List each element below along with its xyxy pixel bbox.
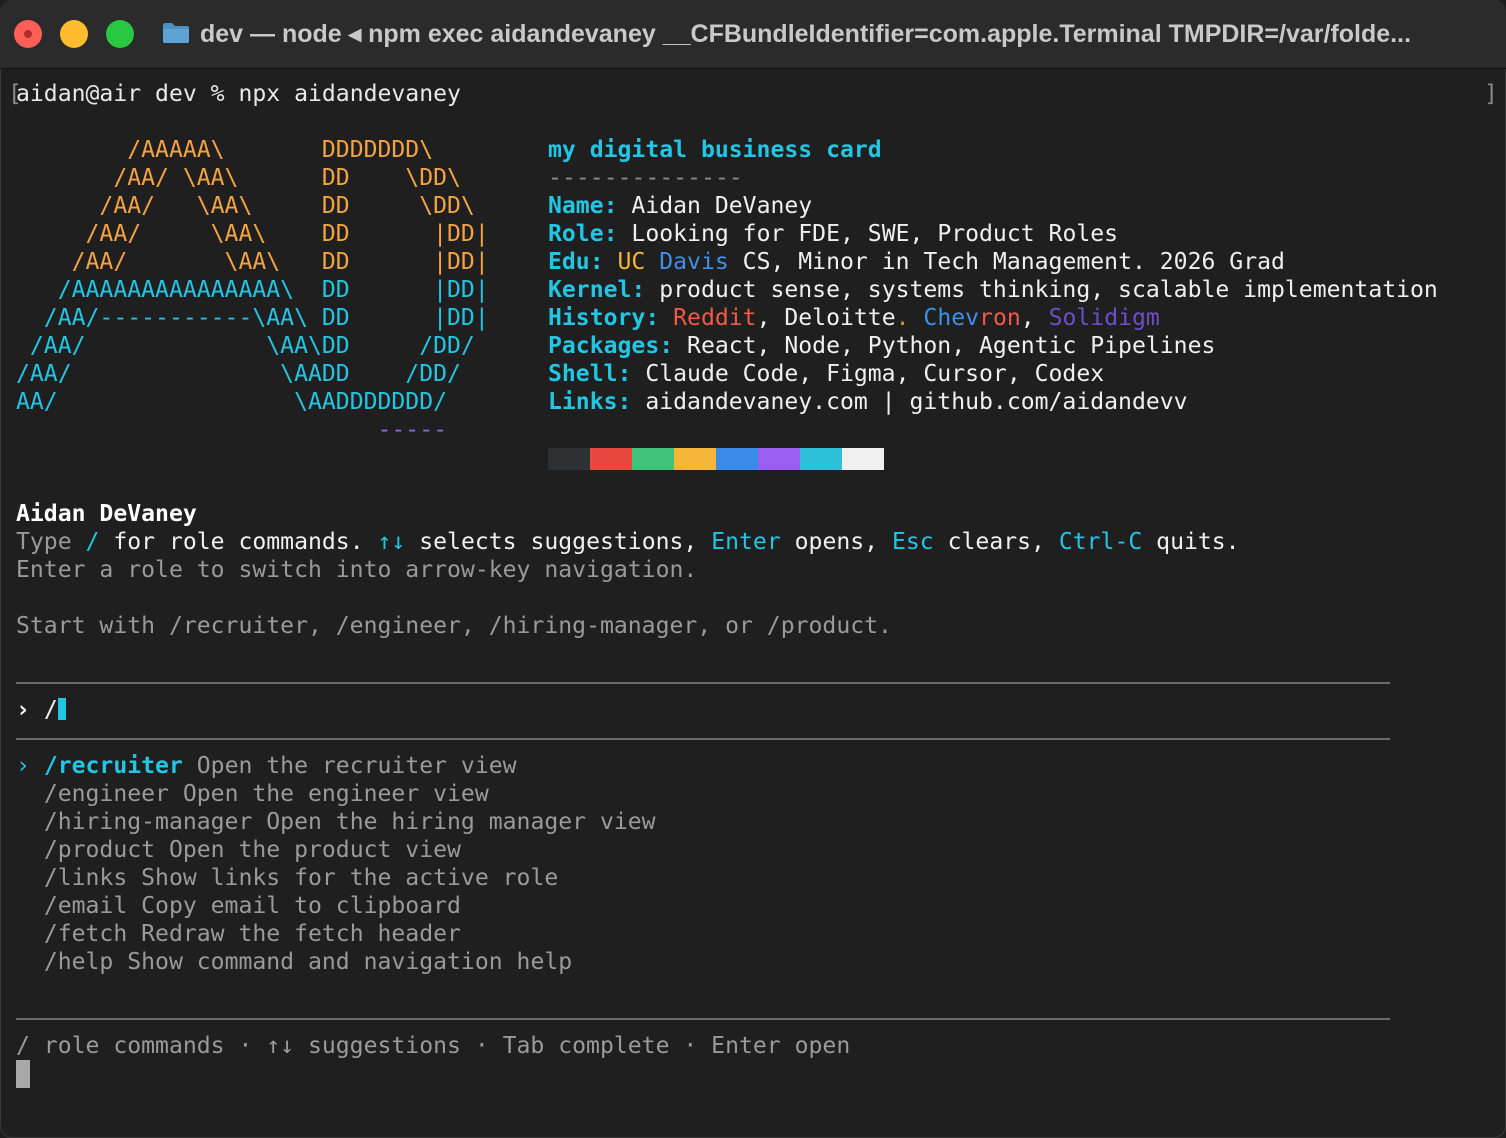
ascii-row: /AAAAA\ DDDDDDD\ xyxy=(16,137,434,163)
color-swatch xyxy=(800,448,814,470)
color-swatch xyxy=(786,448,800,470)
zoom-window-button[interactable] xyxy=(106,20,134,48)
card-links-row[interactable]: Links: aidandevaney.com | github.com/aid… xyxy=(548,388,1188,416)
line-bracket-right: ] xyxy=(1484,81,1498,107)
ascii-row: /AA/ \AA\ DD \DD\ xyxy=(16,193,475,219)
shell-command: npx aidandevaney xyxy=(238,81,461,107)
color-swatch xyxy=(548,448,562,470)
color-swatch xyxy=(842,448,856,470)
color-swatch xyxy=(660,448,674,470)
color-swatch xyxy=(702,448,716,470)
input-prompt-icon: › xyxy=(16,697,44,723)
color-swatch xyxy=(646,448,660,470)
intro-name: Aidan DeVaney xyxy=(16,501,197,527)
suggestion-recruiter[interactable]: › /recruiter Open the recruiter view xyxy=(16,752,517,780)
intro-hint: Enter a role to switch into arrow-key na… xyxy=(16,557,698,583)
color-swatch xyxy=(590,448,604,470)
ascii-row: /AA/-----------\AA\ DD |DD| xyxy=(16,305,489,331)
color-swatch xyxy=(772,448,786,470)
suggestion-product[interactable]: /product Open the product view xyxy=(16,836,461,864)
ascii-row: /AA/ \AA\ DD |DD| xyxy=(16,221,489,247)
color-swatch xyxy=(562,448,576,470)
terminal-cursor xyxy=(16,1060,30,1088)
command-line: aidan@air dev % npx aidandevaney xyxy=(16,80,461,108)
color-swatch xyxy=(618,448,632,470)
card-name-row: Name: Aidan DeVaney xyxy=(548,193,813,219)
suggestion-engineer[interactable]: /engineer Open the engineer view xyxy=(16,780,489,808)
intro-instructions: Type / for role commands. ↑↓ selects sug… xyxy=(16,529,1240,555)
color-swatch xyxy=(758,448,772,470)
card-shell-row: Shell: Claude Code, Figma, Cursor, Codex xyxy=(548,361,1105,387)
shell-prompt: aidan@air dev % xyxy=(16,81,239,107)
card-history-row: History: Reddit, Deloitte. Chevron, Soli… xyxy=(548,305,1160,331)
color-palette-swatches xyxy=(548,448,884,470)
ascii-row: AA/ \AADDDDDDD/ xyxy=(16,389,448,415)
suggestion-fetch[interactable]: /fetch Redraw the fetch header xyxy=(16,920,461,948)
color-swatch xyxy=(576,448,590,470)
ascii-row: /AA/ \AA\DD /DD/ xyxy=(16,333,475,359)
color-swatch xyxy=(674,448,688,470)
color-swatch xyxy=(814,448,828,470)
suggestion-links[interactable]: /links Show links for the active role xyxy=(16,864,558,892)
folder-icon xyxy=(163,23,189,43)
close-window-button[interactable] xyxy=(14,20,42,48)
color-swatch xyxy=(870,448,884,470)
command-input[interactable]: › / xyxy=(16,696,66,724)
intro-start-hint: Start with /recruiter, /engineer, /hirin… xyxy=(16,613,892,639)
card-title: my digital business card xyxy=(548,137,882,163)
text-cursor xyxy=(57,698,66,720)
ascii-row: /AA/ \AA\ DD \DD\ xyxy=(16,165,461,191)
color-swatch xyxy=(632,448,646,470)
minimize-window-button[interactable] xyxy=(60,20,88,48)
selected-chevron-icon: › xyxy=(16,753,44,779)
window-title: dev — node ◂ npm exec aidandevaney __CFB… xyxy=(200,20,1412,48)
input-bottom-rule xyxy=(16,738,1390,740)
card-kernel-row: Kernel: product sense, systems thinking,… xyxy=(548,277,1438,303)
ascii-row: /AA/ \AA\ DD |DD| xyxy=(16,249,489,275)
card-role-row: Role: Looking for FDE, SWE, Product Role… xyxy=(548,221,1119,247)
input-value: / xyxy=(43,697,58,723)
ascii-underline: ----- xyxy=(16,417,448,443)
color-swatch xyxy=(716,448,730,470)
color-swatch xyxy=(604,448,618,470)
color-swatch xyxy=(730,448,744,470)
terminal-window: dev — node ◂ npm exec aidandevaney __CFB… xyxy=(0,0,1506,1138)
suggestion-email[interactable]: /email Copy email to clipboard xyxy=(16,892,461,920)
card-packages-row: Packages: React, Node, Python, Agentic P… xyxy=(548,333,1216,359)
ascii-row: /AAAAAAAAAAAAAAA\ DD |DD| xyxy=(16,277,489,303)
input-top-rule xyxy=(16,682,1390,684)
color-swatch xyxy=(744,448,758,470)
footer-hint: / role commands · ↑↓ suggestions · Tab c… xyxy=(16,1033,851,1059)
color-swatch xyxy=(828,448,842,470)
suggestion-help[interactable]: /help Show command and navigation help xyxy=(16,948,572,976)
card-separator: -------------- xyxy=(548,165,743,191)
color-swatch xyxy=(856,448,870,470)
suggestion-hiring-manager[interactable]: /hiring-manager Open the hiring manager … xyxy=(16,808,656,836)
color-swatch xyxy=(688,448,702,470)
title-bar: dev — node ◂ npm exec aidandevaney __CFB… xyxy=(0,0,1506,69)
ascii-row: /AA/ \AADD /DD/ xyxy=(16,361,461,387)
card-edu-row: Edu: UC Davis CS, Minor in Tech Manageme… xyxy=(548,249,1285,275)
footer-rule xyxy=(16,1018,1390,1020)
